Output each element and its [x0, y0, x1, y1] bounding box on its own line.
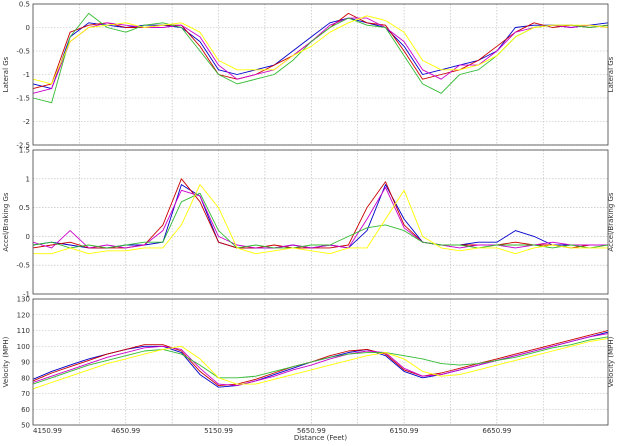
y-tick-label: 130: [17, 296, 30, 304]
y-tick-label: 120: [17, 311, 30, 319]
x-tick-label: 4150.99: [33, 427, 62, 435]
y-tick-label: -2: [23, 118, 30, 126]
x-tick-label: 6150.99: [390, 427, 419, 435]
y-tick-label: -1: [23, 71, 30, 79]
y-tick-label: 0.5: [19, 204, 30, 212]
telemetry-chart: 0.5 0 -0.5 -1 -1.5 -2 -2.5 Lateral Gs Lateral Gs…: [0, 0, 618, 443]
y-tick-label: 1: [26, 175, 30, 183]
y-axis-title-left: Velocity (MPH): [2, 336, 10, 387]
y-tick-label: 80: [21, 374, 30, 382]
y-tick-label: 0: [26, 24, 30, 32]
y-tick-label: -1.5: [16, 95, 30, 103]
y-axis-title-right: Velocity (MPH): [607, 336, 615, 387]
y-axis-title-left: Lateral Gs: [2, 56, 10, 92]
y-axis-title-right: Accel/Braking Gs: [607, 192, 615, 251]
y-tick-label: 90: [21, 359, 30, 367]
y-tick-label: 110: [17, 327, 30, 335]
plot-area-0: [33, 4, 608, 145]
y-tick-label: -0.5: [16, 262, 30, 270]
x-axis-title: Distance (Feet): [294, 434, 348, 442]
chart-canvas: 0.50-0.5-1-1.5-2-2.5Lateral Gs Lateral Gs…: [2, 1, 615, 443]
y-axis-title-left: Accel/Braking Gs: [2, 192, 10, 251]
y-tick-label: 70: [21, 390, 30, 398]
y-tick-label: 0: [26, 233, 30, 241]
y-tick-label: 60: [21, 406, 30, 414]
y-tick-label: 0.5: [19, 1, 30, 9]
x-tick-label: 5150.99: [204, 427, 233, 435]
y-tick-label: 100: [17, 343, 30, 351]
y-tick-label: 1.5: [19, 147, 30, 155]
x-tick-label: 6650.99: [482, 427, 511, 435]
x-tick-label: 4650.99: [111, 427, 140, 435]
y-tick-label: 50: [21, 422, 30, 430]
y-axis-title-right: Lateral Gs: [607, 56, 615, 92]
plot-area-1: [33, 150, 608, 294]
y-tick-label: -0.5: [16, 48, 30, 56]
